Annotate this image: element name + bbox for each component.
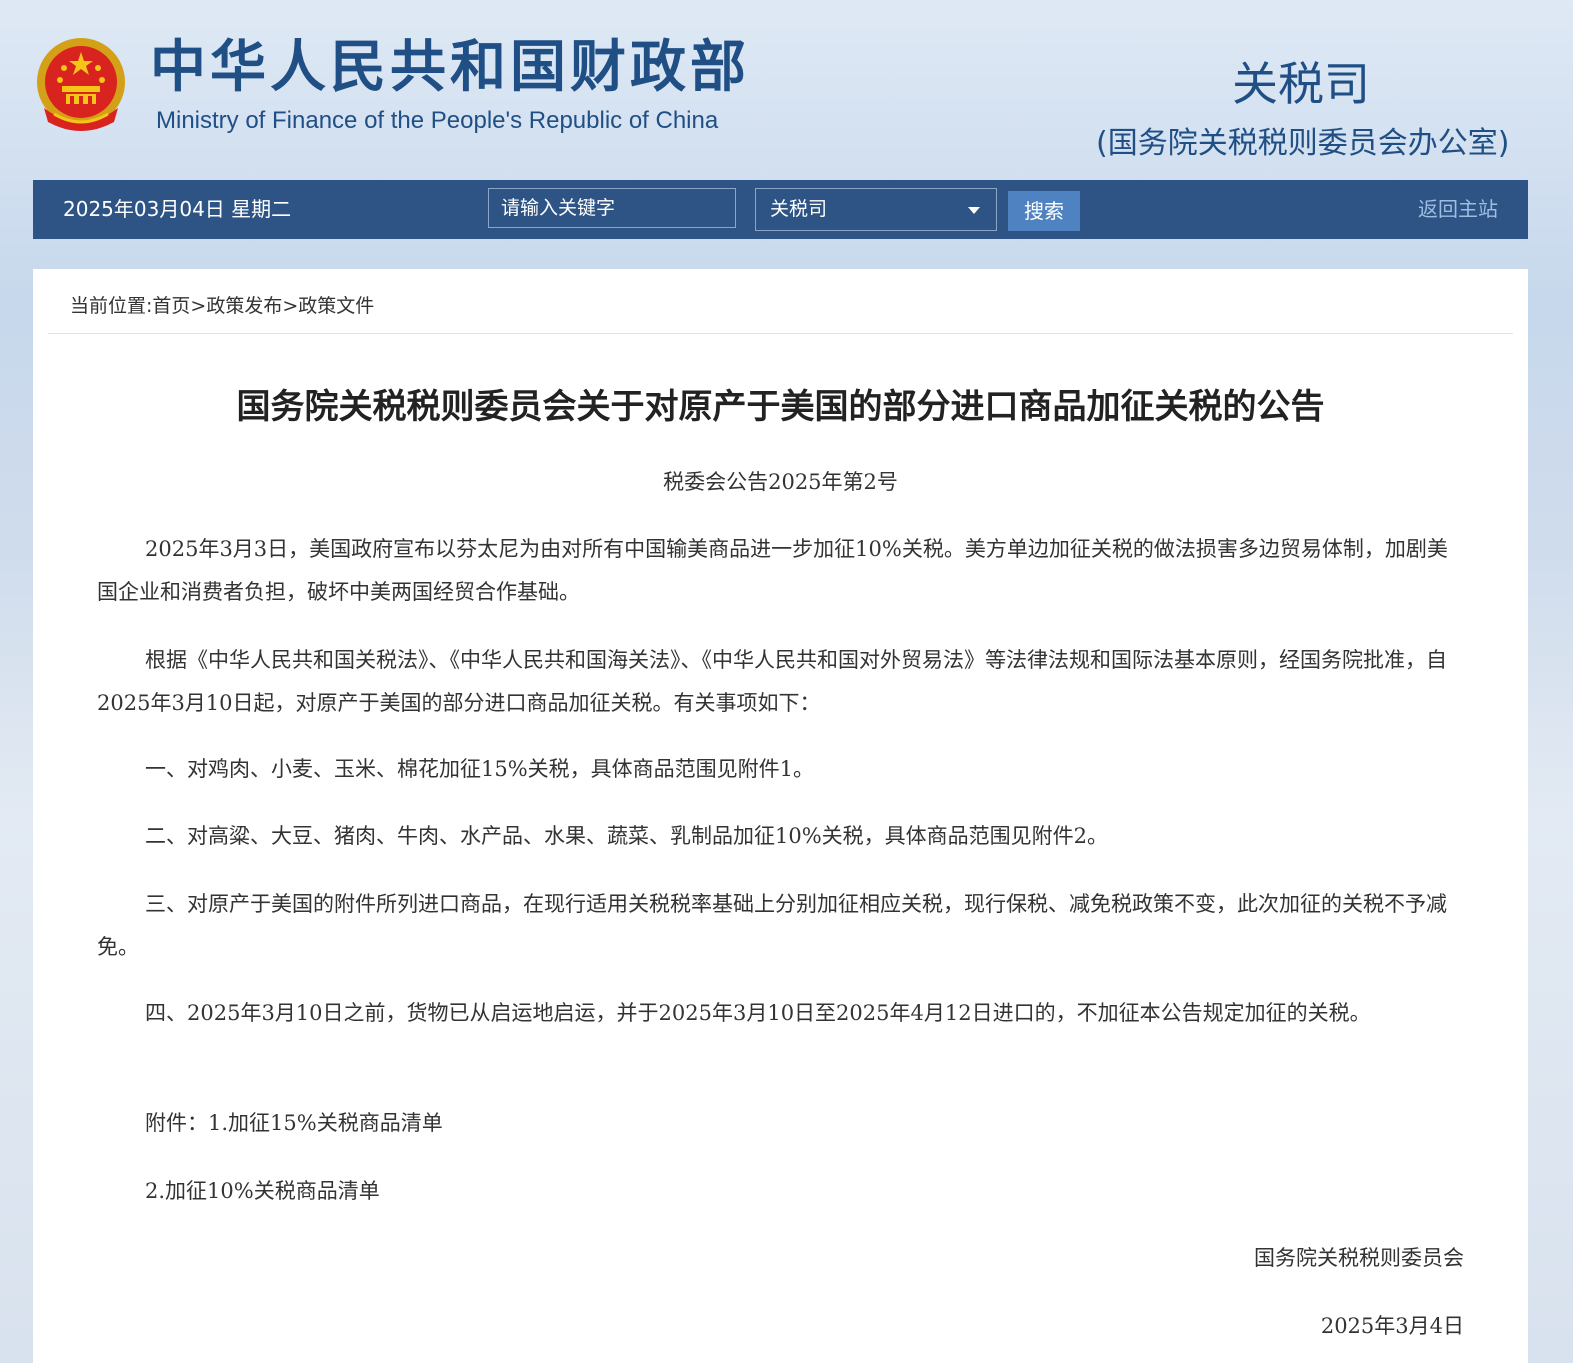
site-subtitle: Ministry of Finance of the People's Repu… bbox=[156, 107, 719, 134]
attachment-2-link[interactable]: 2.加征10%关税商品清单 bbox=[97, 1170, 1465, 1213]
sign-date: 2025年3月4日 bbox=[1320, 1314, 1464, 1338]
return-home-link[interactable]: 返回主站 bbox=[1418, 180, 1498, 239]
article-paragraph: 2025年3月3日，美国政府宣布以芬太尼为由对所有中国输美商品进一步加征10%关… bbox=[97, 537, 1448, 604]
article-paragraph: 一、对鸡肉、小麦、玉米、棉花加征15%关税，具体商品范围见附件1。 bbox=[145, 757, 815, 781]
content-panel: 当前位置:首页>政策发布>政策文件 国务院关税税则委员会关于对原产于美国的部分进… bbox=[33, 269, 1528, 1363]
breadcrumb-separator: > bbox=[282, 295, 299, 317]
search-input[interactable] bbox=[488, 188, 736, 228]
department-title: 关税司 bbox=[1232, 57, 1370, 111]
breadcrumb-policy-documents[interactable]: 政策文件 bbox=[298, 295, 374, 317]
breadcrumb: 当前位置:首页>政策发布>政策文件 bbox=[70, 291, 374, 321]
article-title: 国务院关税税则委员会关于对原产于美国的部分进口商品加征关税的公告 bbox=[236, 387, 1325, 427]
breadcrumb-separator: > bbox=[190, 295, 207, 317]
breadcrumb-prefix: 当前位置: bbox=[70, 295, 153, 317]
announcement-number: 税委会公告2025年第2号 bbox=[663, 470, 898, 494]
chevron-down-icon bbox=[968, 207, 980, 214]
search-scope-select[interactable]: 关税司 bbox=[755, 188, 997, 231]
nav-bar: 2025年03月04日 星期二 关税司 搜索 返回主站 bbox=[33, 180, 1528, 239]
article-paragraph: 四、2025年3月10日之前，货物已从启运地启运，并于2025年3月10日至20… bbox=[145, 1001, 1371, 1025]
article-paragraph: 三、对原产于美国的附件所列进口商品，在现行适用关税税率基础上分别加征相应关税，现… bbox=[97, 892, 1447, 959]
current-date: 2025年03月04日 星期二 bbox=[63, 197, 292, 221]
site-header: 中华人民共和国财政部 Ministry of Finance of the Pe… bbox=[0, 0, 1573, 178]
breadcrumb-policy-release[interactable]: 政策发布 bbox=[206, 295, 282, 317]
national-emblem-icon[interactable] bbox=[34, 36, 128, 134]
breadcrumb-home[interactable]: 首页 bbox=[152, 295, 190, 317]
site-title: 中华人民共和国财政部 bbox=[150, 35, 750, 100]
search-scope-value: 关税司 bbox=[770, 198, 828, 220]
search-button[interactable]: 搜索 bbox=[1008, 191, 1080, 231]
article-paragraph: 根据《中华人民共和国关税法》、《中华人民共和国海关法》、《中华人民共和国对外贸易… bbox=[97, 648, 1447, 715]
attachment-1-link[interactable]: 附件：1.加征15%关税商品清单 bbox=[97, 1102, 1465, 1145]
article-paragraph: 二、对高粱、大豆、猪肉、牛肉、水产品、水果、蔬菜、乳制品加征10%关税，具体商品… bbox=[145, 824, 1109, 848]
department-subtitle: (国务院关税税则委员会办公室) bbox=[1096, 126, 1510, 161]
signature: 国务院关税税则委员会 bbox=[1254, 1246, 1464, 1270]
divider bbox=[48, 333, 1513, 334]
